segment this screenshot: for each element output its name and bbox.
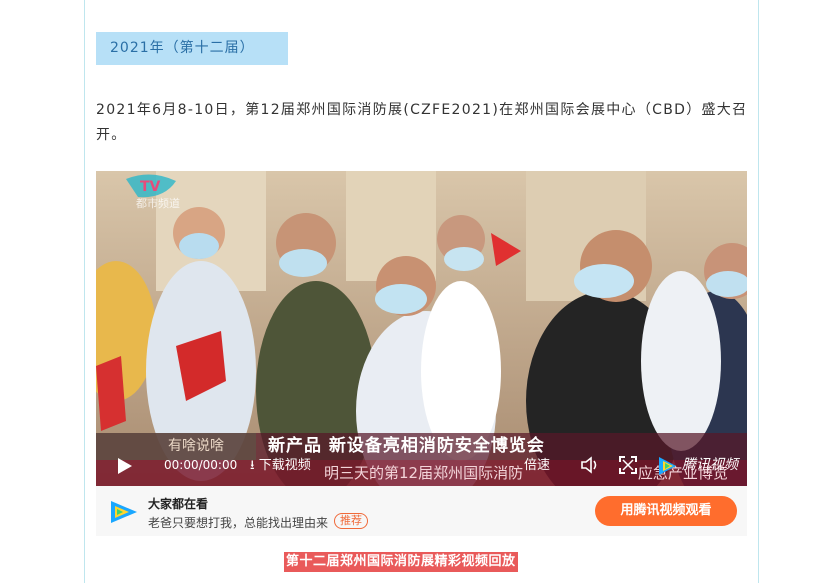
video-caption: 第十二届郑州国际消防展精彩视频回放 [284, 552, 518, 572]
recommend-badge: 推荐 [334, 513, 368, 529]
section-title: 2021年（第十二届） [96, 32, 288, 65]
tencent-video-app-icon [111, 501, 137, 523]
video-controls: 00:00/00:00 ⭳ 下载视频 倍速 腾讯视频 [96, 445, 747, 486]
video-time: 00:00/00:00 [164, 458, 238, 472]
download-button[interactable]: ⭳ 下载视频 [250, 445, 311, 486]
promo-bar: 大家都在看 老爸只要想打我，总能找出理由来 推荐 用腾讯视频观看 [96, 486, 747, 536]
download-icon: ⭳ [250, 458, 255, 473]
play-icon[interactable] [118, 458, 132, 474]
video-player[interactable]: TV 都市频道 有啥说啥 新产品 新设备亮相消防安全博览会 明三天的第12届郑州… [96, 171, 747, 486]
volume-icon[interactable] [580, 455, 602, 475]
promo-subtitle[interactable]: 老爸只要想打我，总能找出理由来 [148, 514, 328, 531]
promo-title: 大家都在看 [148, 497, 209, 511]
fullscreen-icon[interactable] [618, 455, 638, 475]
tv-channel-name: 都市频道 [136, 197, 180, 210]
speed-button[interactable]: 倍速 [524, 445, 550, 486]
download-label: 下载视频 [258, 458, 311, 473]
tv-logo-text: TV [140, 179, 161, 195]
article-paragraph: 2021年6月8-10日，第12届郑州国际消防展(CZFE2021)在郑州国际会… [96, 102, 748, 143]
tv-station-logo: TV 都市频道 [116, 171, 186, 213]
tencent-video-brand[interactable]: 腾讯视频 [682, 445, 738, 486]
watch-in-app-button[interactable]: 用腾讯视频观看 [595, 496, 737, 526]
